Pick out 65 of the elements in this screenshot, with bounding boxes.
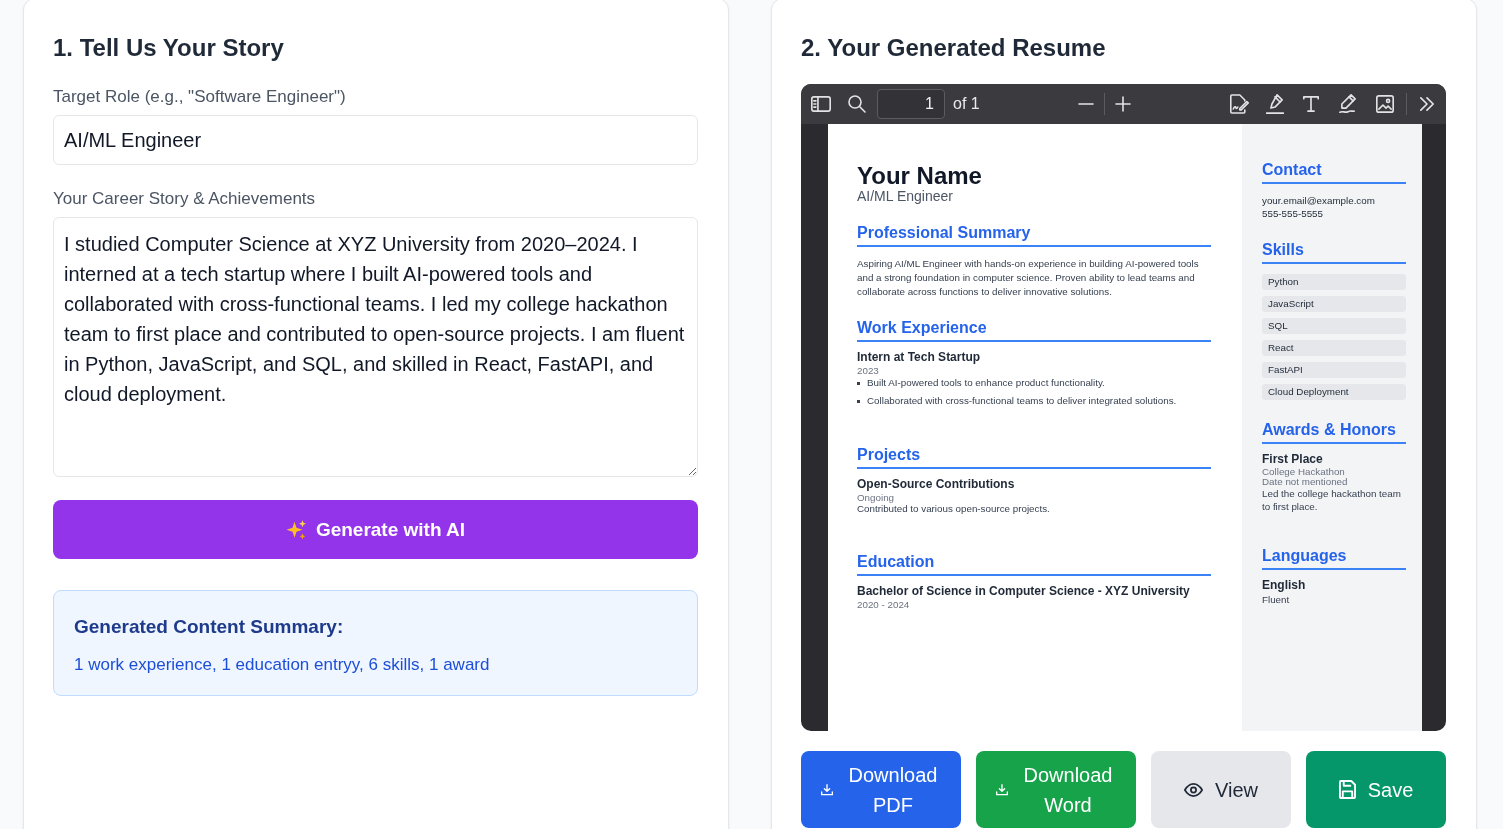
field-label: Your Career Story & Achievements — [53, 188, 317, 210]
save-icon — [1338, 780, 1356, 799]
generate-button[interactable]: Generate with AI — [53, 500, 698, 559]
section-heading: Projects — [857, 445, 1211, 469]
section-heading: Skills — [1262, 240, 1406, 264]
role-field[interactable]: AI/ML Engineer — [53, 115, 698, 165]
section-heading: Work Experience — [857, 318, 1211, 342]
skill-tag: FastAPI — [1262, 362, 1406, 378]
resume-headline: AI/ML Engineer — [857, 188, 954, 204]
bullet-text: Built AI-powered tools to enhance product functionality. — [867, 377, 1105, 389]
summary-text: 1 work experience, 1 education entryy, 6 skills, 1 award — [74, 654, 491, 676]
entry-title: English — [1262, 578, 1307, 593]
skill-tag: JavaScript — [1262, 296, 1406, 312]
section-heading: Education — [857, 552, 1211, 576]
entry-title: Intern at Tech Startup — [857, 350, 982, 365]
entry-description: Contributed to various open-source projects. — [857, 503, 1051, 514]
section-heading: Languages — [1262, 546, 1406, 570]
entry-title: First Place — [1262, 452, 1324, 467]
image-icon[interactable] — [1375, 95, 1394, 113]
sparkles-icon — [285, 520, 306, 539]
contact-line: 555-555-5555 — [1262, 207, 1324, 220]
entry-meta: College Hackathon — [1262, 467, 1346, 477]
field-label: Target Role (e.g., "Software Engineer") — [53, 86, 347, 108]
entry-meta: Date not mentioned — [1262, 477, 1349, 487]
save-button[interactable]: Save — [1306, 751, 1446, 828]
download-button[interactable]: Download PDF — [801, 751, 961, 828]
skill-tag: Python — [1262, 274, 1406, 290]
page-number-field[interactable]: 1 — [877, 89, 945, 119]
entry-title: Bachelor of Science in Computer Science - XYZ University — [857, 584, 1191, 599]
double-chevron-icon[interactable] — [1419, 97, 1434, 111]
plus-icon[interactable] — [1114, 96, 1131, 112]
download-icon — [996, 783, 1008, 796]
summary-title: Generated Content Summary: — [74, 615, 345, 639]
search-icon[interactable] — [848, 95, 866, 113]
summary-text: Aspiring AI/ML Engineer with hands-on experience in building AI-powered tools and a strong foundation in computer science. Proven ability to lead teams and collaborate across functions to deliver innovative solutions. — [857, 257, 1200, 299]
document-pen-icon[interactable] — [1228, 94, 1249, 114]
entry-meta: Ongoing — [857, 492, 896, 503]
text-icon[interactable] — [1302, 96, 1319, 112]
minus-icon[interactable] — [1077, 103, 1094, 105]
bullet-icon — [857, 399, 860, 403]
skill-tag: React — [1262, 340, 1406, 356]
bullet-icon — [857, 381, 860, 385]
resume-name: Your Name — [857, 164, 983, 188]
eye-icon — [1184, 782, 1203, 797]
pencil-icon[interactable] — [1338, 94, 1357, 114]
section-heading: Awards & Honors — [1262, 420, 1406, 444]
entry-description: Fluent — [1262, 593, 1291, 606]
panel-heading: 2. Your Generated Resume — [801, 33, 1107, 63]
story-field[interactable]: I studied Computer Science at XYZ University from 2020–2024. I interned at a tech startup where I built AI-powered tools and collaborated with cross-functional teams. I led my college hackathon team to first place and contributed to open-source projects. I am fluent in Python, JavaScript, and SQL, and skilled in React, FastAPI, and cloud deployment. — [53, 217, 698, 477]
entry-meta: 2020 - 2024 — [857, 599, 911, 610]
contact-line: your.email@example.com — [1262, 194, 1376, 207]
skill-tag: SQL — [1262, 318, 1406, 334]
highlighter-icon[interactable] — [1265, 94, 1284, 114]
view-button[interactable]: View — [1151, 751, 1291, 828]
page-count: of 1 — [953, 95, 980, 113]
entry-description: Led the college hackathon team to first place. — [1262, 487, 1402, 513]
section-heading: Contact — [1262, 160, 1406, 184]
entry-title: Open-Source Contributions — [857, 477, 1016, 492]
panel-heading: 1. Tell Us Your Story — [53, 33, 285, 63]
download-icon — [821, 783, 833, 796]
section-heading: Professional Summary — [857, 223, 1211, 247]
entry-meta: 2023 — [857, 365, 880, 376]
bullet-text: Collaborated with cross-functional teams to deliver integrated solutions. — [867, 395, 1177, 407]
skill-tag: Cloud Deployment — [1262, 384, 1406, 400]
sidebar-icon[interactable] — [811, 96, 831, 112]
